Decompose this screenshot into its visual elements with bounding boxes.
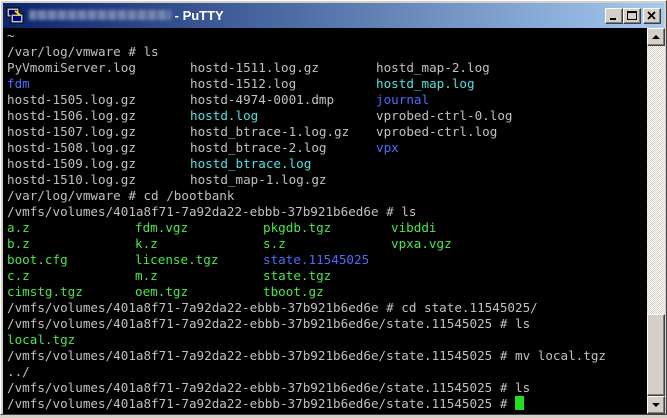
- ls-entry: hostd_map.log: [376, 76, 475, 91]
- ls-row: hostd-1508.log.gz hostd_btrace-2.log vpx: [7, 140, 399, 156]
- terminal-line: /vmfs/volumes/401a8f71-7a92da22-ebbb-37b…: [7, 348, 606, 363]
- ls-entry: hostd.log: [190, 108, 259, 123]
- terminal-line: /vmfs/volumes/401a8f71-7a92da22-ebbb-37b…: [7, 300, 538, 315]
- ls-entry: hostd-1509.log.gz: [7, 156, 136, 171]
- title-bar[interactable]: - PuTTY: [3, 3, 664, 28]
- ls-entry: vprobed-ctrl.log: [376, 124, 498, 139]
- ls-row: hostd-1505.log.gz hostd-4974-0001.dmp jo…: [7, 92, 429, 108]
- close-button[interactable]: [643, 8, 661, 24]
- window-title: - PuTTY: [171, 8, 224, 24]
- ls-row: hostd-1509.log.gz hostd_btrace.log: [7, 156, 311, 172]
- ls-row: b.z k.z s.z vpxa.vgz: [7, 236, 452, 252]
- terminal-line: /var/log/vmware # ls: [7, 44, 159, 59]
- ls-row: hostd-1510.log.gz hostd_map-1.log.gz: [7, 172, 326, 188]
- ls-entry: hostd_map-2.log: [376, 60, 490, 75]
- ls-entry: hostd-1506.log.gz: [7, 108, 136, 123]
- ls-entry: m.z: [135, 268, 158, 283]
- ls-entry: hostd-1510.log.gz: [7, 172, 136, 187]
- ls-entry: hostd-1505.log.gz: [7, 92, 136, 107]
- terminal-line: /vmfs/volumes/401a8f71-7a92da22-ebbb-37b…: [7, 316, 531, 331]
- ls-entry: hostd-1512.log: [190, 76, 297, 91]
- ls-row: hostd-1507.log.gz hostd_btrace-1.log.gz …: [7, 124, 497, 140]
- ls-entry: hostd_btrace-1.log.gz: [190, 124, 350, 139]
- vertical-scrollbar[interactable]: [647, 28, 665, 414]
- ls-row: a.z fdm.vgz pkgdb.tgz vibddi: [7, 220, 437, 236]
- putty-icon[interactable]: [6, 7, 24, 24]
- ls-entry: hostd_btrace-2.log: [190, 140, 327, 155]
- ls-entry: hostd_map-1.log.gz: [190, 172, 327, 187]
- ls-entry: state.11545025: [263, 252, 370, 267]
- arrow-up-icon: [652, 35, 660, 39]
- ls-entry: k.z: [135, 236, 158, 251]
- ls-entry: state.tgz: [263, 268, 332, 283]
- ls-entry: vprobed-ctrl-0.log: [376, 108, 513, 123]
- terminal-line: /vmfs/volumes/401a8f71-7a92da22-ebbb-37b…: [7, 380, 531, 395]
- ls-row: cimstg.tgz oem.tgz tboot.gz: [7, 284, 324, 300]
- ls-entry: boot.cfg: [7, 252, 68, 267]
- minimize-button[interactable]: [605, 8, 623, 24]
- scroll-thumb[interactable]: [647, 314, 665, 396]
- ls-entry: b.z: [7, 236, 30, 251]
- ls-row: fdm hostd-1512.log hostd_map.log: [7, 76, 475, 92]
- ls-entry: journal: [376, 92, 430, 107]
- ls-entry: pkgdb.tgz: [263, 220, 332, 235]
- close-icon: [647, 11, 656, 20]
- terminal-line: local.tgz: [7, 332, 76, 347]
- ls-entry: hostd-1508.log.gz: [7, 140, 136, 155]
- ls-entry: cimstg.tgz: [7, 284, 83, 299]
- ls-entry: vpxa.vgz: [391, 236, 452, 251]
- maximize-icon: [627, 11, 637, 20]
- ls-entry: fdm: [7, 76, 30, 91]
- redacted-host-label: [29, 10, 171, 20]
- ls-entry: hostd-1507.log.gz: [7, 124, 136, 139]
- ls-entry: s.z: [263, 236, 286, 251]
- terminal-line: /var/log/vmware # cd /bootbank: [7, 188, 235, 203]
- ls-entry: vibddi: [391, 220, 437, 235]
- ls-entry: a.z: [7, 220, 30, 235]
- ls-row: hostd-1506.log.gz hostd.log vprobed-ctrl…: [7, 108, 512, 124]
- ls-entry: oem.tgz: [135, 284, 189, 299]
- scroll-up-button[interactable]: [647, 28, 665, 46]
- terminal-line: ../: [7, 364, 30, 379]
- text-cursor: [515, 396, 524, 410]
- ls-entry: vpx: [376, 140, 399, 155]
- ls-row: c.z m.z state.tgz: [7, 268, 331, 284]
- app-name: PuTTY: [182, 8, 224, 23]
- putty-window: - PuTTY ~ /var/log/vmware # ls PyVmomiSe…: [0, 0, 667, 415]
- terminal-line: /vmfs/volumes/401a8f71-7a92da22-ebbb-37b…: [7, 204, 417, 219]
- ls-row: boot.cfg license.tgz state.11545025: [7, 252, 369, 268]
- ls-row: PyVmomiServer.log hostd-1511.log.gz host…: [7, 60, 490, 76]
- prompt-line: /vmfs/volumes/401a8f71-7a92da22-ebbb-37b…: [7, 396, 524, 412]
- shell-prompt: /vmfs/volumes/401a8f71-7a92da22-ebbb-37b…: [7, 396, 515, 411]
- ls-entry: hostd-4974-0001.dmp: [190, 92, 335, 107]
- maximize-button[interactable]: [623, 8, 641, 24]
- ls-entry: fdm.vgz: [135, 220, 189, 235]
- ls-entry: license.tgz: [135, 252, 219, 267]
- terminal-output[interactable]: ~ /var/log/vmware # ls PyVmomiServer.log…: [3, 28, 647, 414]
- scroll-down-button[interactable]: [647, 396, 665, 414]
- ls-entry: hostd-1511.log.gz: [190, 60, 319, 75]
- terminal-line: ~: [7, 28, 15, 43]
- ls-entry: PyVmomiServer.log: [7, 60, 136, 75]
- title-separator: -: [171, 8, 183, 23]
- arrow-down-icon: [652, 403, 660, 407]
- ls-entry: c.z: [7, 268, 30, 283]
- ls-entry: hostd_btrace.log: [190, 156, 312, 171]
- minimize-icon: [610, 18, 616, 20]
- ls-entry: tboot.gz: [263, 284, 324, 299]
